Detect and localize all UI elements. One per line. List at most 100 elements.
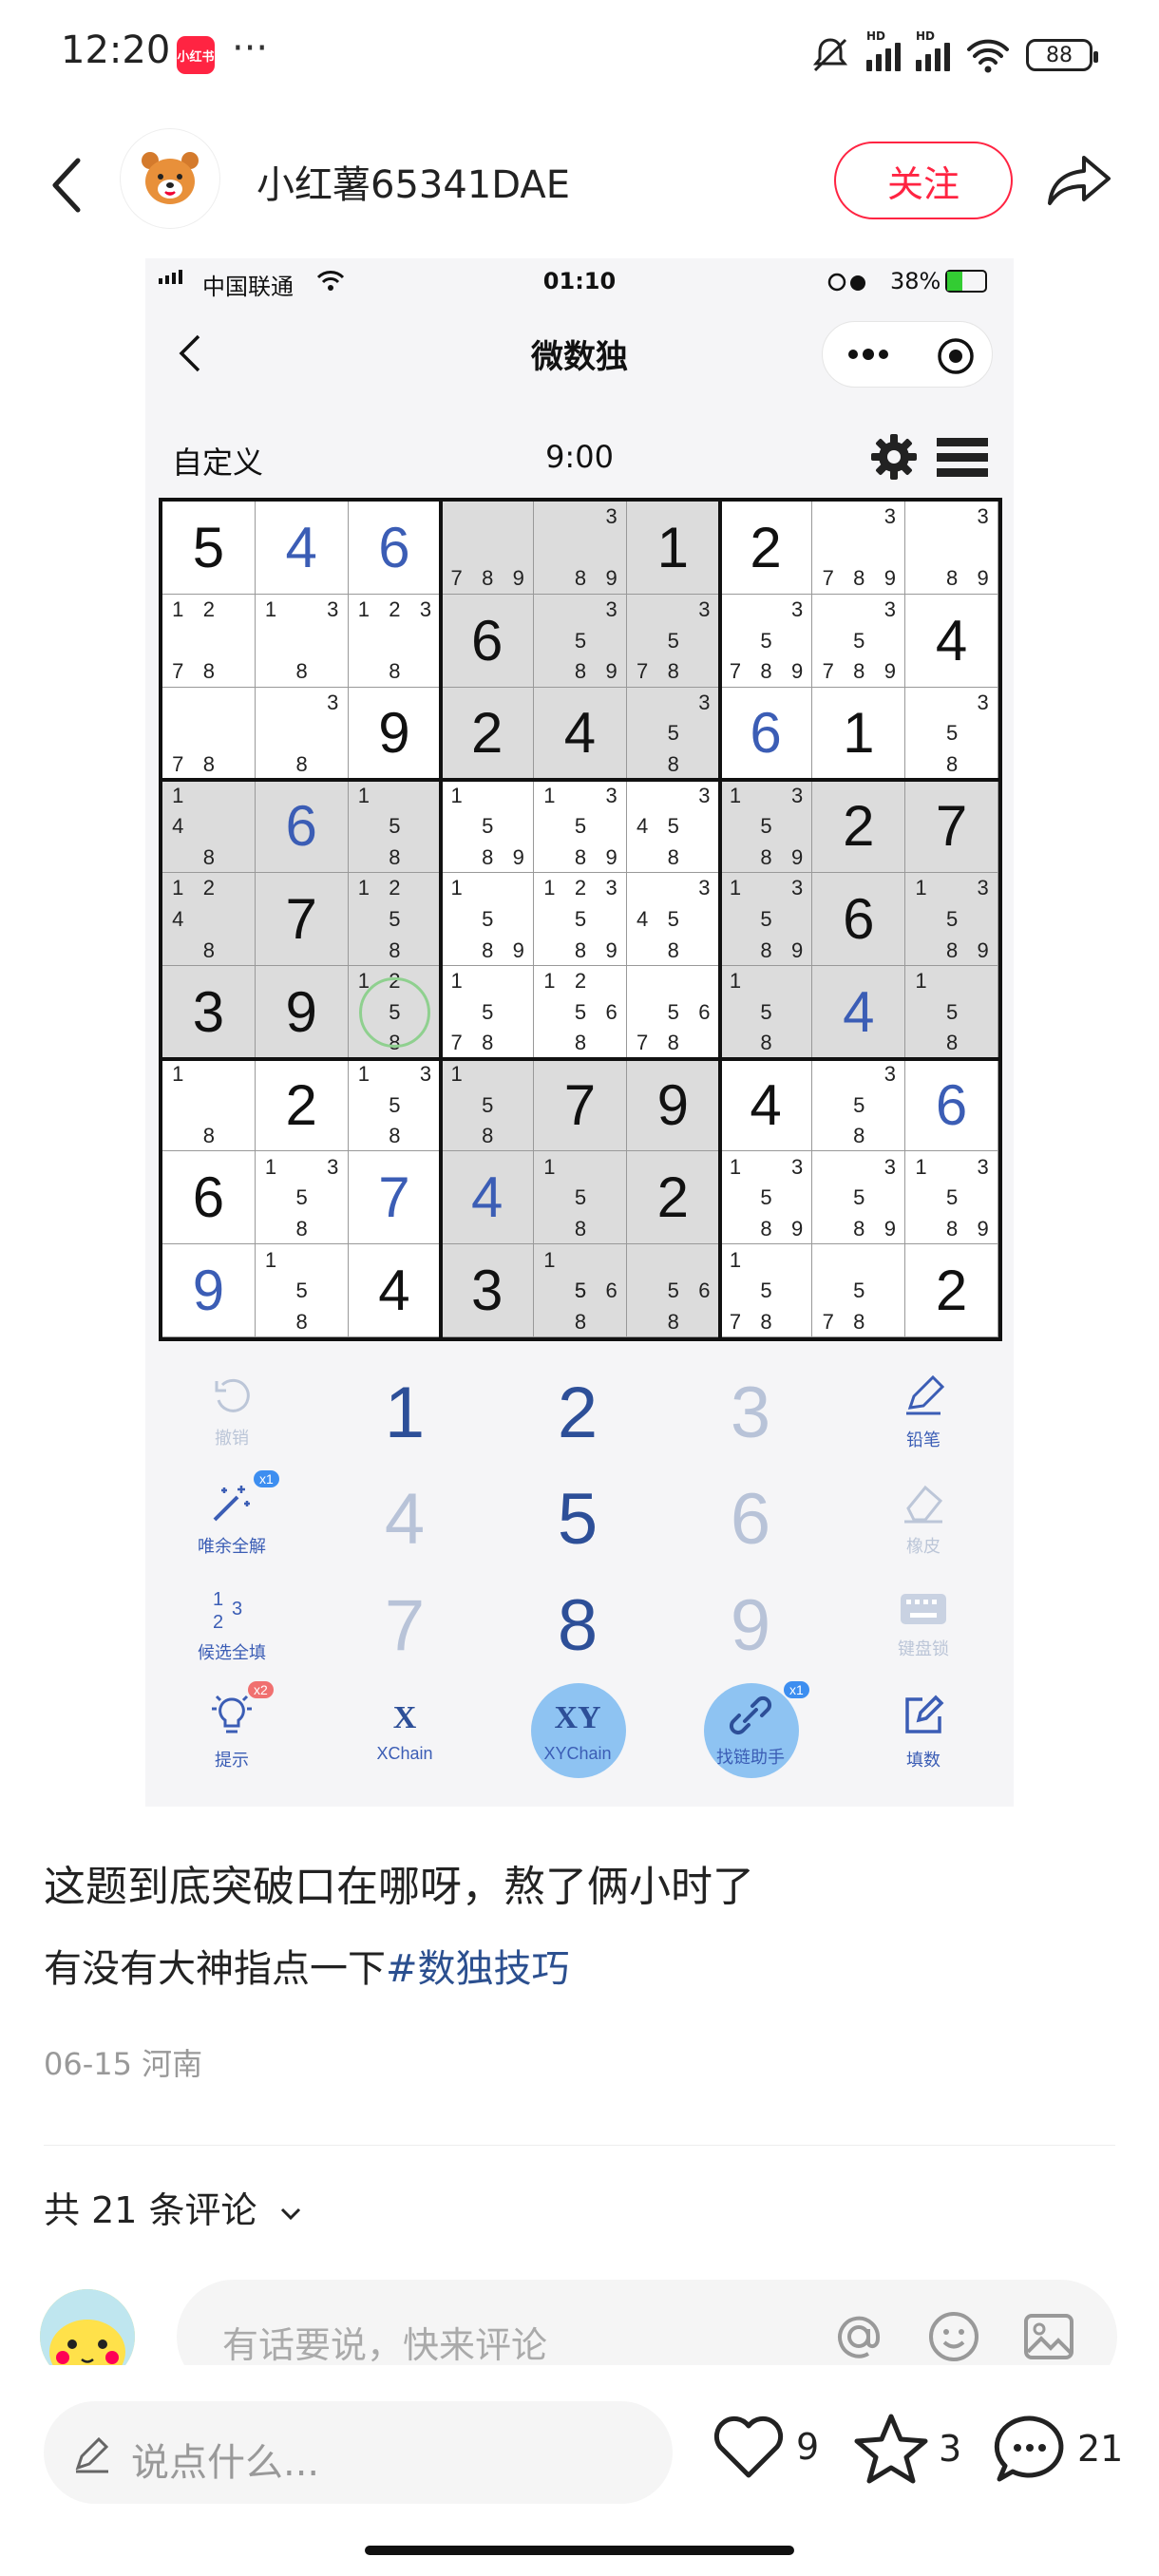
settings-gear-icon[interactable]: [869, 432, 919, 482]
follow-button[interactable]: 关注: [834, 142, 1013, 219]
sudoku-cell[interactable]: 78: [162, 687, 256, 781]
sudoku-cell[interactable]: 4: [905, 594, 998, 688]
solve-all-button[interactable]: 唯余全解 x1: [145, 1467, 318, 1571]
sudoku-cell[interactable]: 3: [441, 1244, 535, 1337]
sudoku-cell[interactable]: 1248: [162, 873, 256, 966]
sudoku-cell[interactable]: 1589: [441, 780, 535, 874]
eraser-button[interactable]: 橡皮: [837, 1467, 1010, 1571]
sudoku-cell[interactable]: 2: [905, 1244, 998, 1337]
sudoku-cell[interactable]: 12 5 8: [348, 873, 442, 966]
xychain-button[interactable]: XY XYChain: [491, 1679, 664, 1784]
sudoku-cell[interactable]: 1 35 8: [348, 1058, 442, 1152]
digit-4-button[interactable]: 4: [318, 1467, 491, 1571]
sudoku-cell[interactable]: 6: [812, 873, 906, 966]
sudoku-cell[interactable]: 15 8: [719, 965, 813, 1059]
sudoku-cell[interactable]: 9: [255, 965, 349, 1059]
sudoku-cell[interactable]: 1 35 8: [255, 1151, 349, 1245]
sudoku-cell[interactable]: 35 89: [534, 594, 627, 688]
sudoku-cell[interactable]: 1 35 89: [905, 873, 998, 966]
image-icon[interactable]: [1018, 2306, 1079, 2367]
digit-2-button[interactable]: 2: [491, 1360, 664, 1465]
sudoku-cell[interactable]: 3 89: [905, 502, 998, 595]
sudoku-cell[interactable]: 15 8: [348, 780, 442, 874]
menu-list-icon[interactable]: [937, 438, 988, 478]
sudoku-cell[interactable]: 6: [348, 502, 442, 595]
sudoku-cell[interactable]: 35 8: [626, 687, 720, 781]
hashtag-link[interactable]: #数独技巧: [386, 1947, 570, 1991]
sudoku-cell[interactable]: 15 8: [905, 965, 998, 1059]
pencil-button[interactable]: 铅笔: [837, 1360, 1010, 1465]
sudoku-cell[interactable]: 1589: [441, 873, 535, 966]
comment-button[interactable]: 21: [992, 2413, 1123, 2485]
sudoku-grid[interactable]: 5467893891237893891278138123863589357835…: [159, 498, 1002, 1341]
sudoku-cell[interactable]: 1 35 89: [719, 780, 813, 874]
digit-5-button[interactable]: 5: [491, 1467, 664, 1571]
sudoku-cell[interactable]: 7: [534, 1058, 627, 1152]
undo-button[interactable]: 撤销: [145, 1360, 318, 1465]
sudoku-cell[interactable]: 15 8: [441, 1058, 535, 1152]
digit-6-button[interactable]: 6: [664, 1467, 837, 1571]
sudoku-cell[interactable]: 4: [348, 1244, 442, 1337]
collect-button[interactable]: 3: [853, 2413, 961, 2485]
sudoku-cell[interactable]: 35789: [719, 594, 813, 688]
sudoku-cell[interactable]: 6: [905, 1058, 998, 1152]
author-username[interactable]: 小红薯65341DAE: [256, 154, 570, 209]
sudoku-cell[interactable]: 4: [812, 965, 906, 1059]
sudoku-cell[interactable]: 2: [626, 1151, 720, 1245]
sudoku-cell[interactable]: 15 8: [534, 1151, 627, 1245]
sudoku-cell[interactable]: 789: [441, 502, 535, 595]
author-avatar[interactable]: [120, 128, 220, 229]
sudoku-cell[interactable]: 15568: [534, 1244, 627, 1337]
sudoku-cell[interactable]: 1: [626, 502, 720, 595]
sudoku-cell[interactable]: 1 3 8: [255, 594, 349, 688]
xchain-button[interactable]: X XChain: [318, 1679, 491, 1784]
post-image[interactable]: 中国联通 01:10 38% 微数独 自定义 9:00 546789389123…: [145, 258, 1014, 1807]
fill-candidates-button[interactable]: 132 候选全填: [145, 1573, 318, 1677]
sudoku-cell[interactable]: 1 35 89: [905, 1151, 998, 1245]
digit-1-button[interactable]: 1: [318, 1360, 491, 1465]
sudoku-cell[interactable]: 568: [626, 1244, 720, 1337]
digit-8-button[interactable]: 8: [491, 1573, 664, 1677]
sudoku-cell[interactable]: 35 8: [812, 1058, 906, 1152]
sudoku-cell[interactable]: 9: [348, 687, 442, 781]
digit-9-button[interactable]: 9: [664, 1573, 837, 1677]
sudoku-cell[interactable]: 1578: [719, 1244, 813, 1337]
sudoku-cell[interactable]: 7: [255, 873, 349, 966]
sudoku-cell[interactable]: 6: [255, 780, 349, 874]
sudoku-cell[interactable]: 6: [162, 1151, 256, 1245]
chain-helper-button[interactable]: 找链助手 x1: [664, 1679, 837, 1784]
sudoku-cell[interactable]: 1 35 89: [719, 1151, 813, 1245]
digit-7-button[interactable]: 7: [318, 1573, 491, 1677]
sudoku-cell[interactable]: 578: [812, 1244, 906, 1337]
say-something-input[interactable]: 说点什么...: [44, 2401, 673, 2504]
sudoku-cell[interactable]: 12 568: [534, 965, 627, 1059]
sudoku-cell[interactable]: 1 48: [162, 780, 256, 874]
sudoku-cell[interactable]: 4: [255, 502, 349, 595]
sudoku-cell[interactable]: 2: [719, 502, 813, 595]
sudoku-cell[interactable]: 1 35 89: [719, 873, 813, 966]
sudoku-cell[interactable]: 3 45 8: [626, 873, 720, 966]
sudoku-cell[interactable]: 9: [162, 1244, 256, 1337]
sudoku-cell[interactable]: 3 45 8: [626, 780, 720, 874]
sudoku-cell[interactable]: 18: [162, 1058, 256, 1152]
sudoku-cell[interactable]: 1: [812, 687, 906, 781]
at-mention-icon[interactable]: [828, 2306, 889, 2367]
sudoku-cell[interactable]: 1235 89: [534, 873, 627, 966]
sudoku-cell[interactable]: 35 8: [905, 687, 998, 781]
comments-count[interactable]: 共 21 条评论: [44, 2181, 303, 2233]
sudoku-cell[interactable]: 7: [905, 780, 998, 874]
back-button[interactable]: [38, 152, 95, 218]
sudoku-cell[interactable]: 35789: [812, 594, 906, 688]
sudoku-cell[interactable]: 3 89: [534, 502, 627, 595]
sudoku-cell[interactable]: 123 8: [348, 594, 442, 688]
sudoku-cell[interactable]: 7: [348, 1151, 442, 1245]
sudoku-cell[interactable]: 4: [441, 1151, 535, 1245]
sudoku-cell[interactable]: 4: [534, 687, 627, 781]
share-button[interactable]: [1041, 142, 1117, 218]
sudoku-cell[interactable]: 1 35 89: [534, 780, 627, 874]
sudoku-cell[interactable]: 6: [719, 687, 813, 781]
sudoku-cell[interactable]: 2: [812, 780, 906, 874]
fill-number-button[interactable]: 填数: [837, 1679, 1010, 1784]
sudoku-cell[interactable]: 3578: [626, 594, 720, 688]
sudoku-cell[interactable]: 2: [255, 1058, 349, 1152]
